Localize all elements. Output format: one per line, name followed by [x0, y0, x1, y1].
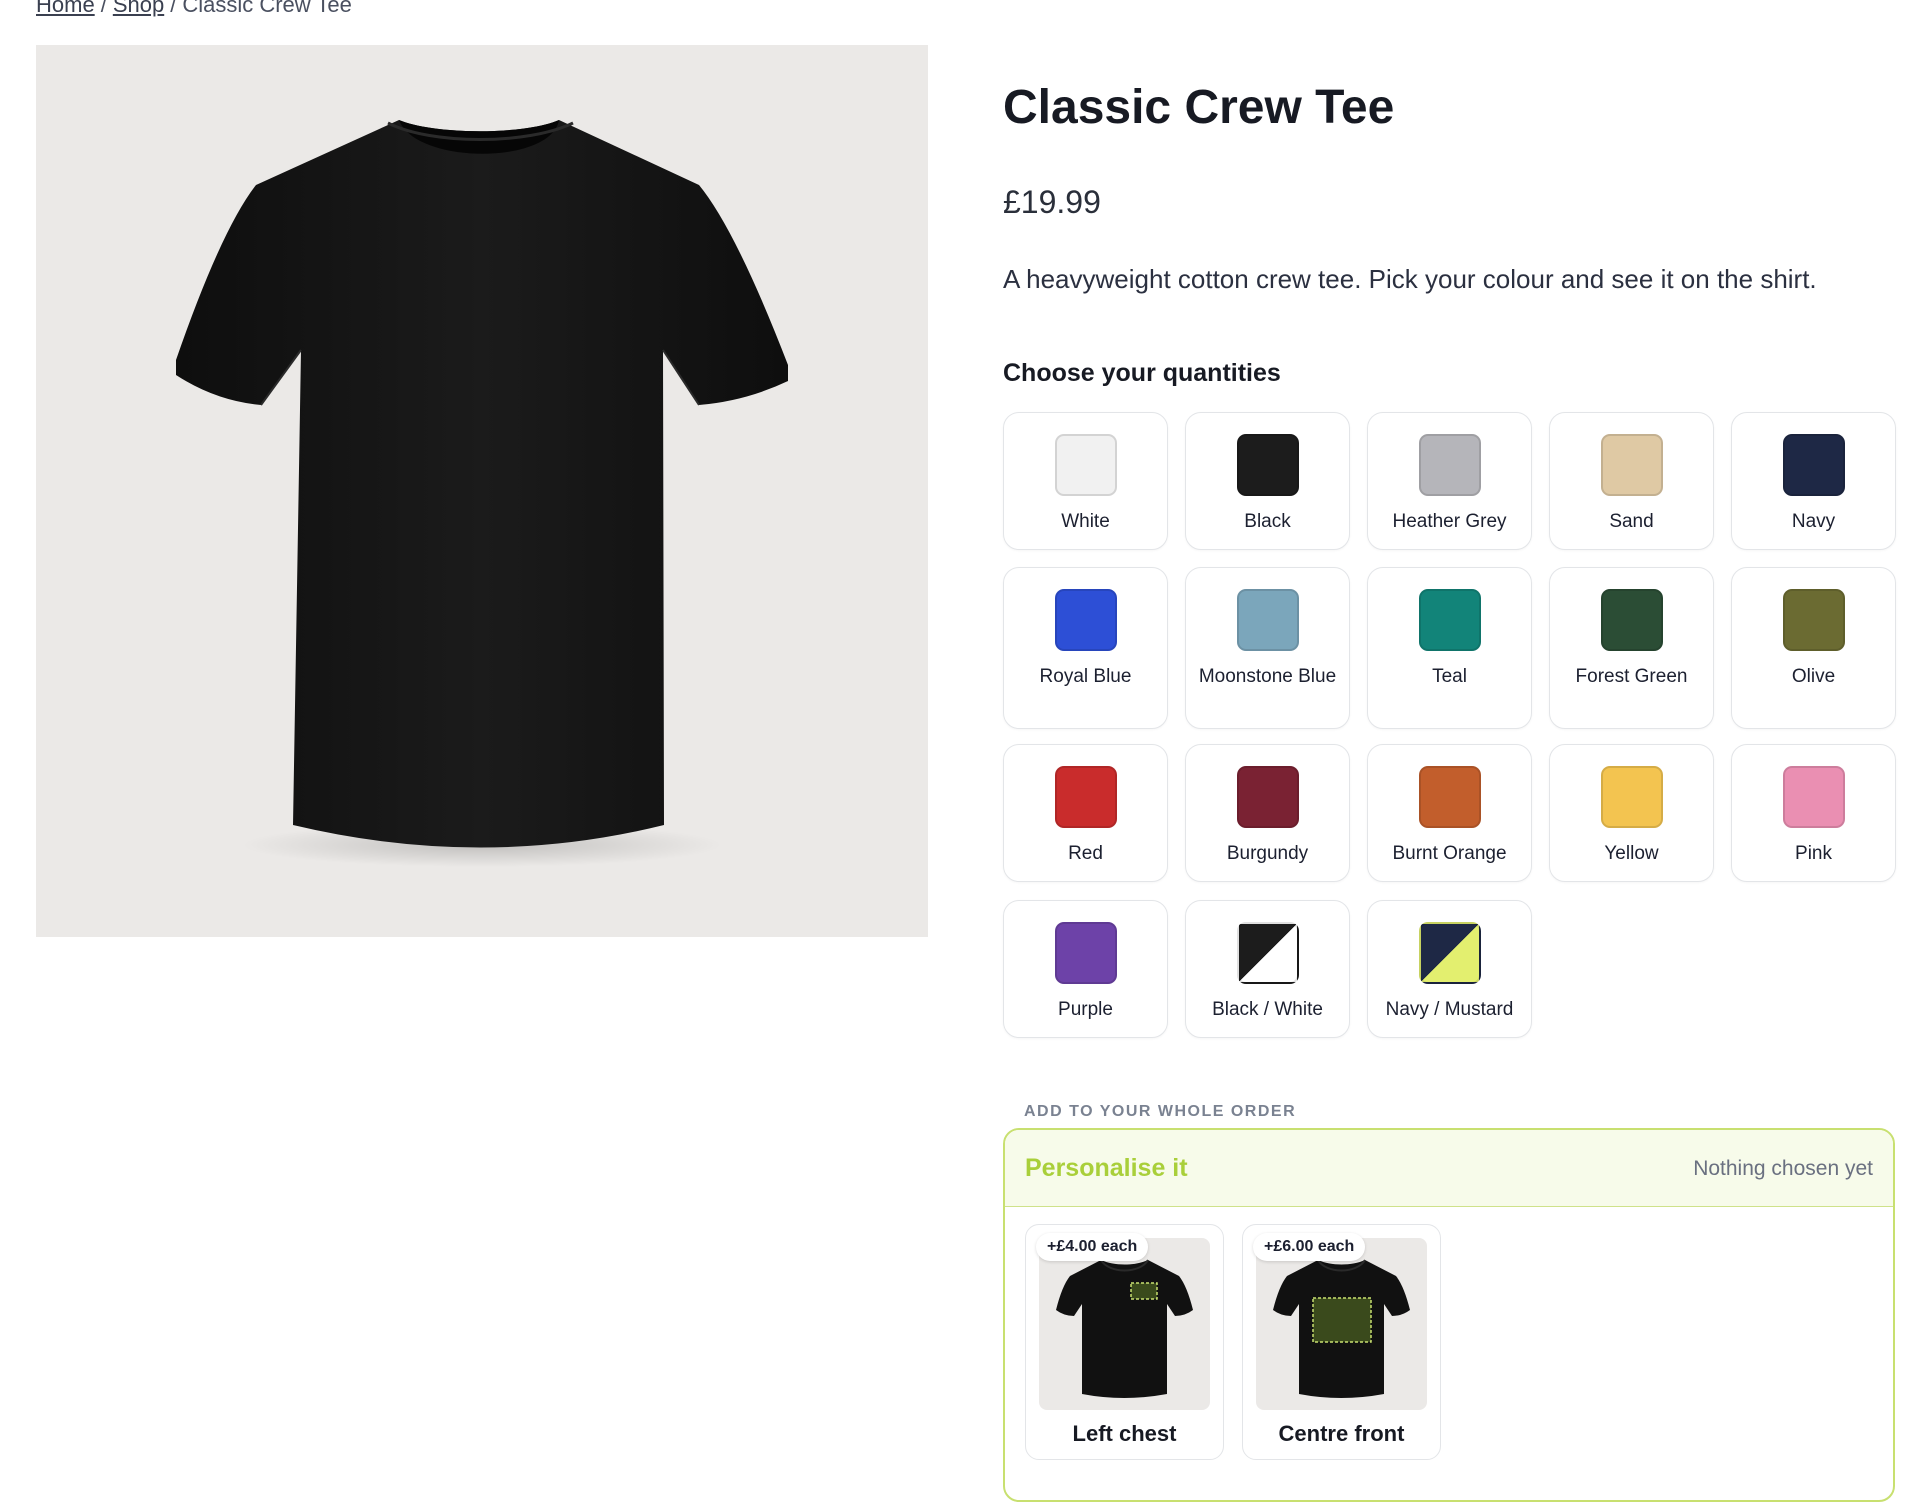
product-title: Classic Crew Tee	[1003, 81, 1395, 134]
colour-label: White	[1061, 511, 1110, 532]
colour-label: Royal Blue	[1039, 666, 1132, 687]
option-left-chest[interactable]: +£4.00 each Left chest	[1025, 1224, 1224, 1460]
colour-label: Black	[1244, 511, 1291, 532]
breadcrumb-separator: /	[100, 0, 107, 17]
breadcrumb-home-link[interactable]: Home	[36, 0, 95, 17]
colour-swatch-sand[interactable]: Sand	[1549, 412, 1714, 550]
colour-label: Yellow	[1604, 843, 1659, 864]
colour-label: Black / White	[1212, 999, 1323, 1020]
colour-swatch-purple[interactable]: Purple	[1003, 900, 1168, 1038]
tshirt-icon	[1273, 1259, 1410, 1398]
colour-swatch-navy[interactable]: Navy	[1731, 412, 1896, 550]
colour-chip	[1418, 922, 1481, 984]
colour-swatch-yellow[interactable]: Yellow	[1549, 744, 1714, 882]
colour-swatch-forest-green[interactable]: Forest Green	[1549, 567, 1714, 729]
colour-label: Forest Green	[1575, 666, 1688, 687]
personalise-status: Nothing chosen yet	[1693, 1157, 1873, 1180]
centre-front-preview	[1256, 1238, 1427, 1410]
colour-label: Olive	[1791, 666, 1836, 687]
product-description: A heavyweight cotton crew tee. Pick your…	[1003, 264, 1817, 294]
colour-chip	[1418, 434, 1481, 496]
colour-chip	[1600, 589, 1663, 651]
colour-swatch-teal[interactable]: Teal	[1367, 567, 1532, 729]
colour-chip	[1236, 434, 1299, 496]
product-price: £19.99	[1003, 184, 1101, 220]
colour-label: Sand	[1609, 511, 1654, 532]
product-image	[36, 45, 928, 937]
colour-swatch-black-white[interactable]: Black / White	[1185, 900, 1350, 1038]
colour-swatch-burnt-orange[interactable]: Burnt Orange	[1367, 744, 1532, 882]
colour-chip	[1418, 589, 1481, 651]
colour-swatch-red[interactable]: Red	[1003, 744, 1168, 882]
colour-chip	[1782, 589, 1845, 651]
left-chest-preview	[1039, 1238, 1210, 1410]
option-centre-front[interactable]: +£6.00 each Centre front	[1242, 1224, 1441, 1460]
colour-swatch-olive[interactable]: Olive	[1731, 567, 1896, 729]
breadcrumb-shop-link[interactable]: Shop	[113, 0, 164, 17]
colour-chip	[1236, 922, 1299, 984]
breadcrumb-separator: /	[170, 0, 177, 17]
colour-label: Purple	[1058, 999, 1113, 1020]
quantities-heading: Choose your quantities	[1003, 359, 1281, 387]
colour-swatch-moonstone-blue[interactable]: Moonstone Blue	[1185, 567, 1350, 729]
personalise-panel: Personalise it Nothing chosen yet +£4.00…	[1003, 1128, 1895, 1502]
personalise-title: Personalise it	[1025, 1154, 1188, 1182]
colour-swatch-pink[interactable]: Pink	[1731, 744, 1896, 882]
colour-chip	[1236, 766, 1299, 828]
addon-section-label: ADD TO YOUR WHOLE ORDER	[1024, 1103, 1297, 1120]
colour-chip	[1600, 766, 1663, 828]
colour-chip	[1054, 922, 1117, 984]
colour-chip	[1054, 434, 1117, 496]
colour-label: Moonstone Blue	[1198, 666, 1337, 687]
option-label: Left chest	[1072, 1421, 1177, 1446]
tshirt-icon	[1056, 1259, 1193, 1398]
colour-chip	[1236, 589, 1299, 651]
option-price-badge: +£4.00 each	[1036, 1233, 1149, 1261]
colour-label: Burnt Orange	[1392, 843, 1507, 864]
breadcrumb-current: Classic Crew Tee	[182, 0, 352, 17]
tshirt-illustration	[176, 120, 788, 867]
colour-swatch-royal-blue[interactable]: Royal Blue	[1003, 567, 1168, 729]
colour-swatch-white[interactable]: White	[1003, 412, 1168, 550]
breadcrumb: Home / Shop / Classic Crew Tee	[36, 0, 352, 18]
colour-label: Navy	[1791, 511, 1836, 532]
option-price-badge: +£6.00 each	[1253, 1233, 1366, 1261]
colour-swatch-burgundy[interactable]: Burgundy	[1185, 744, 1350, 882]
colour-chip	[1782, 434, 1845, 496]
colour-chip	[1054, 766, 1117, 828]
personalise-header[interactable]: Personalise it Nothing chosen yet	[1005, 1130, 1893, 1207]
colour-label: Red	[1068, 843, 1103, 864]
colour-label: Teal	[1432, 666, 1467, 687]
colour-chip	[1600, 434, 1663, 496]
colour-swatch-black[interactable]: Black	[1185, 412, 1350, 550]
colour-label: Heather Grey	[1392, 511, 1507, 532]
colour-chip	[1054, 589, 1117, 651]
option-label: Centre front	[1278, 1421, 1405, 1446]
colour-swatch-heather-grey[interactable]: Heather Grey	[1367, 412, 1532, 550]
colour-chip	[1418, 766, 1481, 828]
colour-label: Navy / Mustard	[1385, 999, 1514, 1020]
colour-label: Pink	[1795, 843, 1832, 864]
colour-chip	[1782, 766, 1845, 828]
colour-swatch-navy-mustard[interactable]: Navy / Mustard	[1367, 900, 1532, 1038]
colour-label: Burgundy	[1226, 843, 1309, 864]
